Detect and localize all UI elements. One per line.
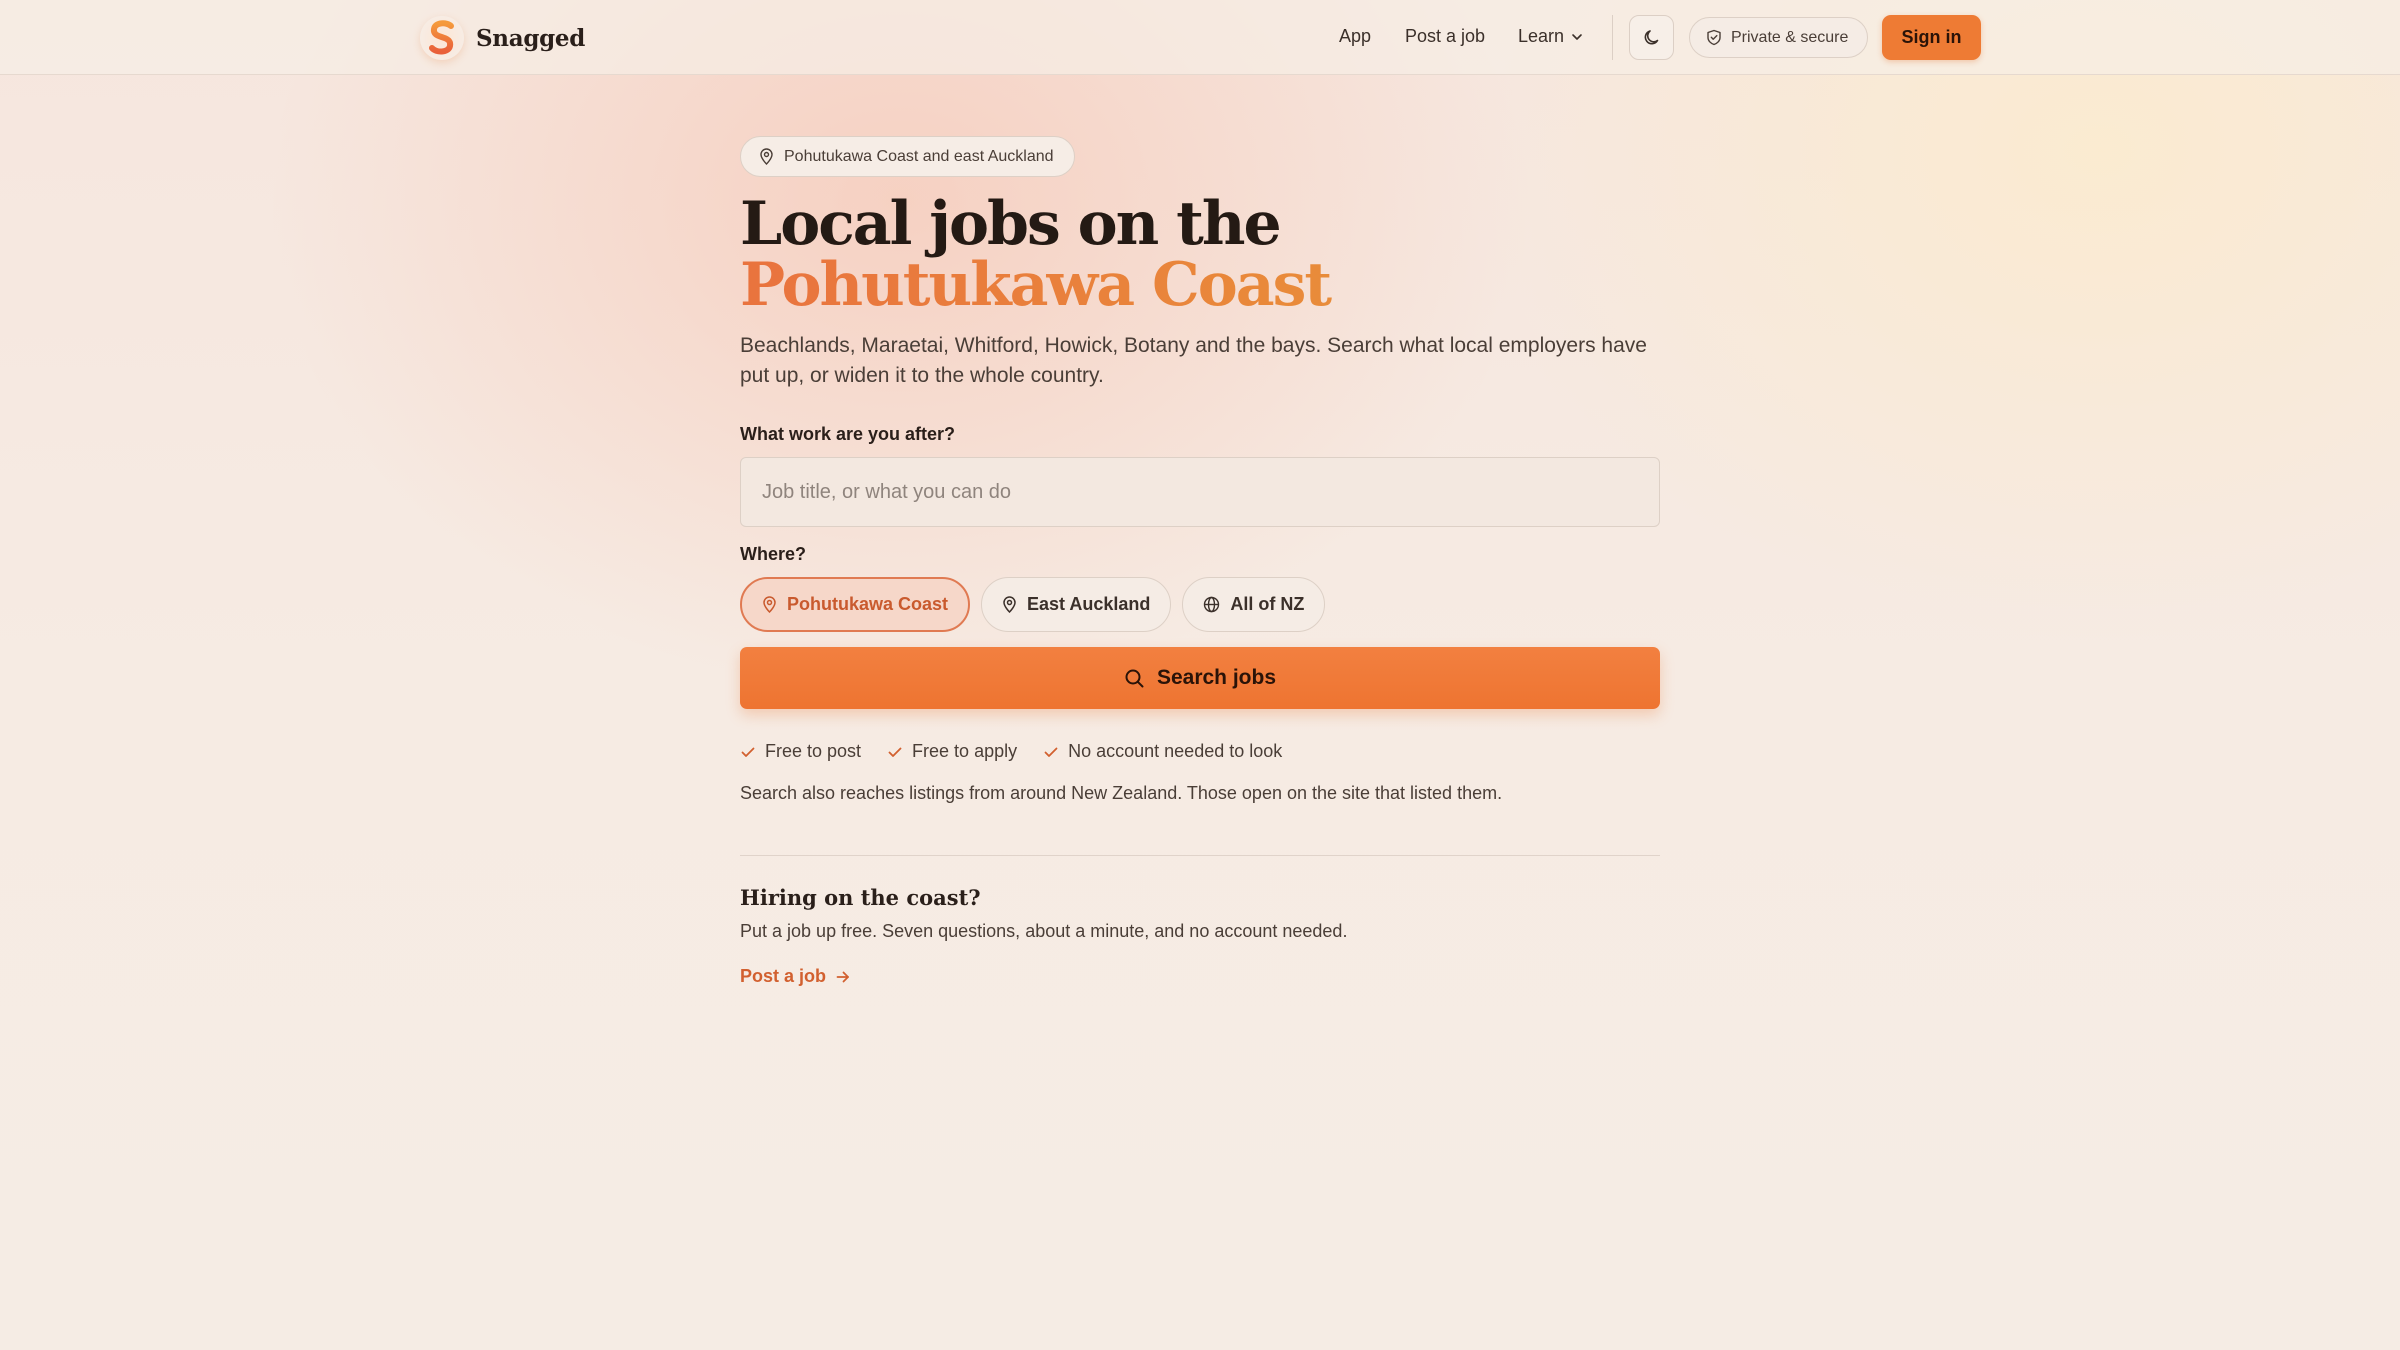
privacy-badge: Private & secure — [1689, 17, 1868, 58]
brand-logo-link[interactable]: Snagged — [420, 16, 585, 60]
page-title: Local jobs on the Pohutukawa Coast — [740, 194, 1660, 316]
perk-label: No account needed to look — [1068, 741, 1283, 761]
hiring-title: Hiring on the coast? — [740, 885, 981, 910]
sign-in-button[interactable]: Sign in — [1882, 15, 1981, 60]
map-pin-icon — [760, 148, 773, 165]
location-chip-all-nz[interactable]: All of NZ — [1182, 577, 1326, 632]
check-icon — [741, 747, 755, 757]
map-pin-icon — [763, 596, 776, 613]
globe-icon — [1204, 596, 1220, 613]
theme-toggle-button[interactable] — [1629, 15, 1674, 60]
location-chip-label: East Auckland — [1027, 594, 1151, 614]
arrow-right-icon — [836, 971, 849, 982]
work-query-label: What work are you after? — [740, 424, 956, 444]
snagged-logo-icon — [420, 16, 464, 60]
hiring-text: Put a job up free. Seven questions, abou… — [740, 921, 1348, 941]
nav-learn-menu[interactable]: Learn — [1518, 26, 1584, 47]
post-job-link[interactable]: Post a job — [740, 966, 851, 987]
search-icon — [1125, 669, 1144, 687]
perk-item: Free to post — [740, 741, 861, 762]
location-filter-group: Pohutukawa Coast East Auckland All of NZ — [740, 577, 1326, 632]
perks-list: Free to post Free to apply No account ne… — [740, 741, 1282, 762]
search-jobs-button[interactable]: Search jobs — [740, 647, 1660, 709]
moon-icon — [1644, 29, 1658, 45]
page-title-line1: Local jobs on the — [740, 189, 1282, 259]
location-pill: Pohutukawa Coast and east Auckland — [740, 136, 1075, 177]
check-icon — [1044, 747, 1058, 757]
shield-check-icon — [1707, 29, 1721, 46]
location-chip-pohutukawa-coast[interactable]: Pohutukawa Coast — [740, 577, 971, 632]
section-divider — [740, 855, 1660, 856]
perk-item: Free to apply — [887, 741, 1017, 762]
nav-post-job-link[interactable]: Post a job — [1405, 26, 1485, 47]
perk-label: Free to post — [765, 741, 862, 761]
location-chip-label: All of NZ — [1230, 594, 1305, 614]
nav-learn-label: Learn — [1518, 26, 1565, 46]
page-title-highlight: Pohutukawa Coast — [740, 255, 1660, 316]
location-chip-label: Pohutukawa Coast — [787, 594, 949, 614]
nav-divider — [1612, 15, 1613, 60]
privacy-badge-label: Private & secure — [1731, 28, 1849, 46]
where-label: Where? — [740, 544, 807, 564]
map-pin-icon — [1003, 596, 1016, 613]
search-jobs-label: Search jobs — [1156, 666, 1277, 689]
brand-name: Snagged — [476, 24, 586, 52]
nav-app-link[interactable]: App — [1339, 26, 1371, 47]
post-job-link-label: Post a job — [740, 966, 827, 986]
check-icon — [888, 747, 902, 757]
search-scope-note: Search also reaches listings from around… — [740, 783, 1503, 803]
site-header: Snagged App Post a job Learn Private & s… — [0, 0, 2400, 75]
perk-label: Free to apply — [912, 741, 1018, 761]
chevron-down-icon — [1572, 33, 1582, 40]
location-pill-label: Pohutukawa Coast and east Auckland — [784, 147, 1054, 165]
hero-description: Beachlands, Maraetai, Whitford, Howick, … — [740, 334, 1647, 387]
perk-item: No account needed to look — [1043, 741, 1282, 762]
job-search-input[interactable] — [740, 457, 1660, 527]
location-chip-east-auckland[interactable]: East Auckland — [981, 577, 1172, 632]
